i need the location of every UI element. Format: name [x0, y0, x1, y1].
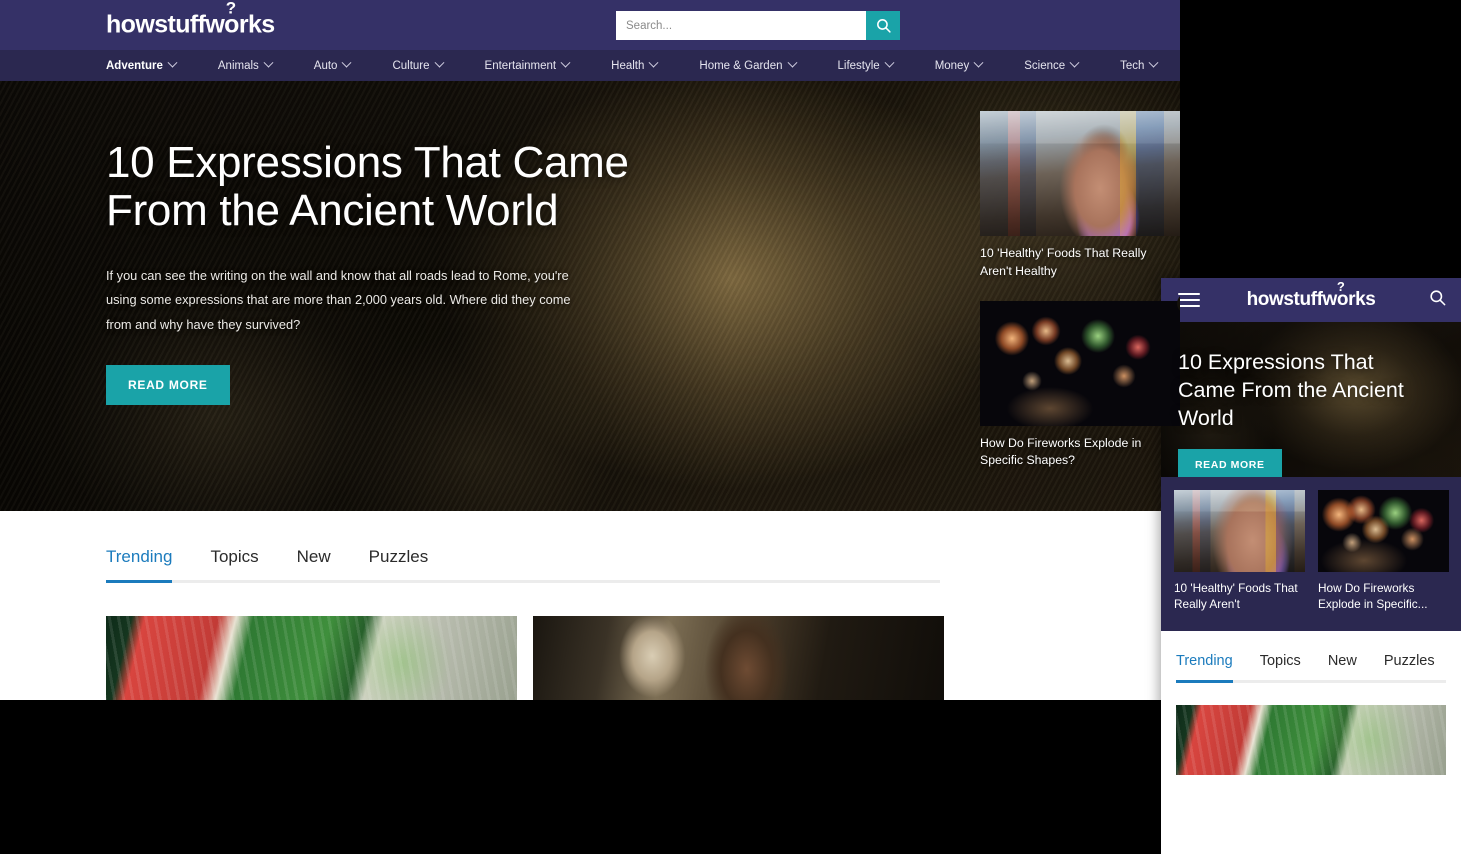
nav-label: Adventure [106, 59, 163, 72]
hero-side-card[interactable]: How Do Fireworks Explode in Specific Sha… [980, 300, 1180, 471]
mobile-viewport: howstuffworks ? 10 Expressions That Came… [1161, 278, 1461, 854]
chevron-down-icon [1069, 57, 1080, 68]
logo-text: howstuffworks [1246, 289, 1376, 310]
tab-new[interactable]: New [297, 547, 331, 580]
mobile-trending-card-watermelon[interactable] [1176, 704, 1446, 775]
card-caption: How Do Fireworks Explode in Specific Sha… [980, 435, 1142, 468]
site-logo[interactable]: howstuffworks ? [106, 0, 275, 40]
search-icon [1430, 290, 1446, 306]
hero-description: If you can see the writing on the wall a… [106, 267, 571, 332]
chevron-down-icon [560, 57, 571, 68]
nav-label: Home & Garden [699, 59, 783, 72]
mobile-hero-section: 10 Expressions That Came From the Ancien… [1161, 322, 1461, 477]
chevron-down-icon [167, 57, 178, 68]
card-thumbnail-healthy-foods [1174, 490, 1305, 572]
nav-item-culture[interactable]: Culture [392, 57, 444, 72]
mobile-header: howstuffworks ? [1161, 278, 1461, 322]
trending-card-list [106, 616, 944, 700]
trending-card-watermelon[interactable] [106, 616, 517, 700]
hero-read-more-button[interactable]: READ MORE [106, 365, 230, 406]
nav-label: Money [934, 59, 970, 72]
mobile-hero-content: 10 Expressions That Came From the Ancien… [1178, 349, 1428, 477]
card-thumbnail-fireworks [1318, 490, 1449, 572]
content-section: Trending Topics New Puzzles [0, 511, 1180, 700]
nav-item-animals[interactable]: Animals [217, 57, 274, 72]
tab-topics[interactable]: Topics [210, 547, 258, 580]
chevron-down-icon [263, 57, 274, 68]
mobile-content-tabs: Trending Topics New Puzzles [1176, 653, 1446, 683]
nav-item-entertainment[interactable]: Entertainment [484, 57, 571, 72]
card-thumbnail-healthy-foods [980, 111, 1180, 236]
nav-label: Science [1024, 59, 1066, 72]
mobile-tab-trending[interactable]: Trending [1176, 653, 1233, 683]
chevron-down-icon [1148, 57, 1159, 68]
mobile-hero-title: 10 Expressions That Came From the Ancien… [1178, 350, 1404, 430]
nav-item-tech[interactable]: Tech [1120, 57, 1159, 72]
chevron-down-icon [648, 57, 659, 68]
card-caption: How Do Fireworks Explode in Specific... [1318, 581, 1428, 612]
tab-puzzles[interactable]: Puzzles [369, 547, 429, 580]
nav-label: Entertainment [484, 59, 557, 72]
mobile-card-list: 10 'Healthy' Foods That Really Aren't Ho… [1161, 477, 1461, 631]
mobile-read-more-button[interactable]: READ MORE [1178, 448, 1282, 477]
chevron-down-icon [884, 57, 895, 68]
tab-trending[interactable]: Trending [106, 547, 173, 583]
chevron-down-icon [973, 57, 984, 68]
hero-side-card-list: 10 'Healthy' Foods That Really Aren't He… [980, 111, 1180, 490]
nav-label: Lifestyle [837, 59, 880, 72]
nav-label: Animals [217, 59, 259, 72]
card-thumbnail-fireworks [980, 300, 1180, 426]
mobile-card[interactable]: 10 'Healthy' Foods That Really Aren't [1174, 490, 1305, 613]
main-navigation: Adventure Animals Auto Culture Entertain… [0, 50, 1180, 81]
logo-question-mark-icon: ? [1336, 279, 1345, 294]
card-caption: 10 'Healthy' Foods That Really Aren't He… [980, 246, 1147, 278]
nav-label: Health [611, 59, 645, 72]
mobile-tab-new[interactable]: New [1328, 653, 1357, 680]
hero-side-card[interactable]: 10 'Healthy' Foods That Really Aren't He… [980, 111, 1180, 281]
nav-item-home-and-garden[interactable]: Home & Garden [699, 57, 797, 72]
chevron-down-icon [787, 57, 797, 68]
hamburger-bar [1178, 299, 1200, 301]
nav-item-adventure[interactable]: Adventure [106, 57, 178, 72]
nav-item-health[interactable]: Health [611, 57, 659, 72]
content-tabs: Trending Topics New Puzzles [106, 547, 940, 583]
nav-item-auto[interactable]: Auto [313, 57, 352, 72]
mobile-card[interactable]: How Do Fireworks Explode in Specific... [1318, 490, 1449, 613]
nav-item-money[interactable]: Money [934, 57, 984, 72]
site-header: howstuffworks ? [0, 0, 1180, 50]
mobile-content-section: Trending Topics New Puzzles [1161, 630, 1461, 775]
card-caption: 10 'Healthy' Foods That Really Aren't [1174, 581, 1298, 612]
search-icon [876, 19, 891, 33]
nav-label: Culture [392, 59, 430, 72]
mobile-search-button[interactable] [1428, 288, 1447, 312]
hamburger-menu-icon[interactable] [1178, 289, 1200, 311]
hamburger-bar [1178, 305, 1200, 307]
hamburger-bar [1178, 293, 1200, 295]
nav-label: Auto [313, 59, 338, 72]
search-input[interactable] [616, 11, 866, 40]
nav-item-science[interactable]: Science [1024, 57, 1080, 72]
nav-item-lifestyle[interactable]: Lifestyle [837, 57, 895, 72]
hero-content: 10 Expressions That Came From the Ancien… [106, 138, 666, 406]
mobile-site-logo[interactable]: howstuffworks ? [1246, 280, 1376, 311]
search-bar [616, 11, 900, 40]
logo-text: howstuffworks [106, 10, 275, 39]
hero-section: 10 Expressions That Came From the Ancien… [0, 81, 1180, 511]
chevron-down-icon [342, 57, 352, 68]
desktop-viewport: howstuffworks ? Adventure Animals Auto [0, 0, 1180, 700]
chevron-down-icon [434, 57, 444, 68]
logo-question-mark-icon: ? [225, 0, 236, 18]
mobile-tab-topics[interactable]: Topics [1260, 653, 1301, 680]
mobile-tab-puzzles[interactable]: Puzzles [1384, 653, 1435, 680]
trending-card-vintage-photo[interactable] [533, 616, 944, 700]
nav-label: Tech [1120, 59, 1145, 72]
search-button[interactable] [866, 11, 900, 40]
hero-title: 10 Expressions That Came From the Ancien… [106, 138, 629, 236]
